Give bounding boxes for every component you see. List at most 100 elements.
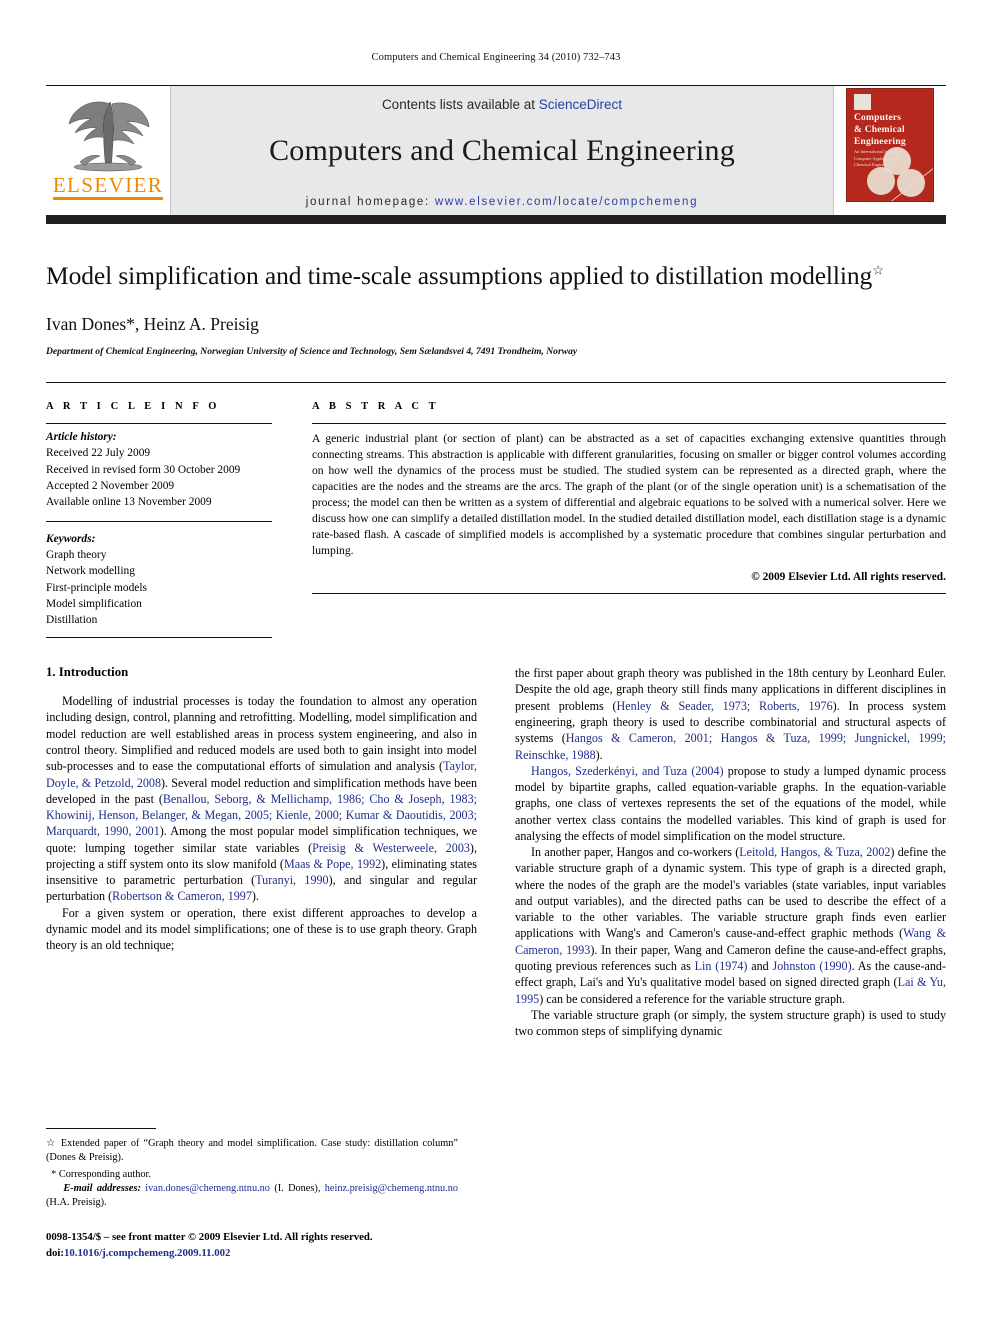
citation-link[interactable]: Lin (1974) bbox=[695, 959, 748, 973]
paragraph: the first paper about graph theory was p… bbox=[515, 665, 946, 763]
citation-link[interactable]: Turanyi, 1990 bbox=[255, 873, 328, 887]
paragraph-text: Modelling of industrial processes is tod… bbox=[46, 694, 477, 774]
journal-masthead: ELSEVIER Contents lists available at Sci… bbox=[46, 86, 946, 215]
journal-title: Computers and Chemical Engineering bbox=[269, 134, 735, 167]
email-owner-1: (I. Dones), bbox=[274, 1183, 321, 1194]
article-history-label: Article history: bbox=[46, 431, 117, 444]
abstract-text: A generic industrial plant (or section o… bbox=[312, 432, 946, 558]
abstract-column: A B S T R A C T A generic industrial pla… bbox=[298, 401, 946, 638]
cover-graphic-circle-2 bbox=[867, 167, 895, 195]
contents-prefix: Contents lists available at bbox=[381, 97, 539, 112]
email-addresses-label: E-mail addresses: bbox=[63, 1183, 141, 1194]
history-item: Received 22 July 2009 bbox=[46, 447, 151, 460]
footnote-star-note: ☆ Extended paper of “Graph theory and mo… bbox=[46, 1137, 458, 1165]
paragraph-text: and bbox=[747, 958, 773, 973]
imprint-block: 0098-1354/$ – see front matter © 2009 El… bbox=[46, 1230, 458, 1261]
email-link-1[interactable]: ivan.dones@chemeng.ntnu.no bbox=[145, 1183, 270, 1194]
cover-title: Computers & Chemical Engineering bbox=[854, 113, 928, 149]
citation-link[interactable]: Preisig & Westerweele, 2003 bbox=[312, 841, 470, 855]
keywords-label: Keywords: bbox=[46, 533, 96, 546]
homepage-url-link[interactable]: www.elsevier.com/locate/compchemeng bbox=[435, 196, 698, 208]
citation-link[interactable]: Leitold, Hangos, & Tuza, 2002 bbox=[739, 845, 890, 859]
footnote-emails: E-mail addresses: ivan.dones@chemeng.ntn… bbox=[46, 1182, 458, 1210]
section-heading-introduction: 1. Introduction bbox=[46, 665, 129, 680]
masthead-right: Computers & Chemical Engineering An Inte… bbox=[834, 86, 946, 215]
citation-link[interactable]: Hangos, Szederkényi, and Tuza (2004) bbox=[531, 764, 724, 778]
paragraph: Hangos, Szederkényi, and Tuza (2004) pro… bbox=[515, 763, 946, 844]
doi-label: doi: bbox=[46, 1246, 64, 1259]
email-link-2[interactable]: heinz.preisig@chemeng.ntnu.no bbox=[325, 1183, 458, 1194]
keyword-item: Model simplification bbox=[46, 597, 142, 610]
sciencedirect-link[interactable]: ScienceDirect bbox=[539, 97, 622, 112]
paragraph-text: In another paper, Hangos and co-workers … bbox=[531, 845, 740, 860]
paper-title-text: Model simplification and time-scale assu… bbox=[46, 261, 873, 290]
info-abstract-block: A R T I C L E I N F O Article history: R… bbox=[46, 382, 946, 639]
footnote-corresponding: * Corresponding author. bbox=[46, 1168, 458, 1182]
footnote-block: ☆ Extended paper of “Graph theory and mo… bbox=[46, 1128, 458, 1261]
publisher-logo: ELSEVIER bbox=[46, 86, 170, 215]
citation-link[interactable]: Robertson & Cameron, 1997 bbox=[112, 889, 252, 903]
paragraph-text: ) define the variable structure graph of… bbox=[515, 845, 946, 941]
cover-publisher-stamp-icon bbox=[854, 94, 871, 110]
issn-frontmatter-line: 0098-1354/$ – see front matter © 2009 El… bbox=[46, 1231, 373, 1243]
article-info-column: A R T I C L E I N F O Article history: R… bbox=[46, 401, 298, 639]
paragraph: In another paper, Hangos and co-workers … bbox=[515, 844, 946, 1007]
keywords-block: Keywords: Graph theory Network modelling… bbox=[46, 521, 272, 639]
citation-link[interactable]: Johnston (1990) bbox=[773, 959, 852, 973]
contents-available-line: Contents lists available at ScienceDirec… bbox=[382, 97, 622, 112]
paragraph-text: ). bbox=[251, 889, 259, 904]
masthead-bottom-bar bbox=[46, 215, 946, 224]
page-title: Model simplification and time-scale assu… bbox=[46, 260, 946, 292]
paragraph-text: For a given system or operation, there e… bbox=[46, 905, 477, 953]
article-history: Article history: Received 22 July 2009 R… bbox=[46, 424, 272, 510]
corresponding-marker: * bbox=[51, 1169, 57, 1180]
homepage-label: journal homepage: bbox=[305, 196, 430, 208]
email-owner-2: (H.A. Preisig). bbox=[46, 1197, 107, 1208]
paper-page: Computers and Chemical Engineering 34 (2… bbox=[0, 0, 992, 1323]
keyword-item: Graph theory bbox=[46, 549, 107, 562]
masthead-center: Contents lists available at ScienceDirec… bbox=[170, 86, 834, 215]
doi-link[interactable]: 10.1016/j.compchemeng.2009.11.002 bbox=[64, 1247, 230, 1259]
keywords: Keywords: Graph theory Network modelling… bbox=[46, 526, 272, 628]
citation-link[interactable]: Hangos & Cameron, 2001; Hangos & Tuza, 1… bbox=[515, 731, 946, 761]
keywords-bottom-rule bbox=[46, 637, 272, 639]
footnote-star-marker: ☆ bbox=[46, 1138, 57, 1149]
corresponding-text: Corresponding author. bbox=[58, 1169, 151, 1180]
elsevier-tree-icon bbox=[60, 92, 156, 174]
body-column-left: 1. Introduction Modelling of industrial … bbox=[46, 665, 477, 1039]
cover-title-line1: Computers bbox=[854, 113, 902, 123]
elsevier-wordmark: ELSEVIER bbox=[52, 175, 164, 200]
abstract-label: A B S T R A C T bbox=[312, 401, 440, 413]
paragraph: Modelling of industrial processes is tod… bbox=[46, 693, 477, 904]
paragraph-text: ) can be considered a reference for the … bbox=[539, 991, 846, 1006]
citation-link[interactable]: Henley & Seader, 1973; Roberts, 1976 bbox=[617, 699, 833, 713]
running-head: Computers and Chemical Engineering 34 (2… bbox=[371, 52, 621, 63]
cover-title-line2: & Chemical bbox=[854, 124, 905, 135]
history-item: Available online 13 November 2009 bbox=[46, 495, 212, 508]
cover-title-line3: Engineering bbox=[854, 136, 906, 147]
paragraph: The variable structure graph (or simply,… bbox=[515, 1007, 946, 1040]
title-footnote-marker[interactable]: ☆ bbox=[872, 263, 884, 278]
footnote-rule bbox=[46, 1128, 156, 1129]
title-block: Model simplification and time-scale assu… bbox=[46, 224, 946, 357]
paragraph-text: ). bbox=[595, 747, 603, 762]
journal-cover-thumbnail[interactable]: Computers & Chemical Engineering An Inte… bbox=[846, 88, 934, 202]
abstract-bottom-rule bbox=[312, 592, 946, 594]
article-info-label: A R T I C L E I N F O bbox=[46, 401, 221, 413]
history-item: Accepted 2 November 2009 bbox=[46, 479, 175, 492]
journal-homepage-line: journal homepage: www.elsevier.com/locat… bbox=[306, 196, 698, 208]
author-list: Ivan Dones*, Heinz A. Preisig bbox=[46, 314, 259, 335]
body-columns: 1. Introduction Modelling of industrial … bbox=[46, 665, 946, 1039]
keyword-item: Network modelling bbox=[46, 565, 135, 578]
history-item: Received in revised form 30 October 2009 bbox=[46, 463, 241, 476]
body-column-right: the first paper about graph theory was p… bbox=[515, 665, 946, 1039]
footnote-star-text: Extended paper of “Graph theory and mode… bbox=[46, 1138, 459, 1163]
paragraph-text: The variable structure graph (or simply,… bbox=[515, 1007, 946, 1039]
keyword-item: First-principle models bbox=[46, 581, 147, 594]
copyright-line: © 2009 Elsevier Ltd. All rights reserved… bbox=[751, 570, 946, 583]
citation-link[interactable]: Maas & Pope, 1992 bbox=[284, 857, 381, 871]
keyword-item: Distillation bbox=[46, 614, 98, 626]
paragraph: For a given system or operation, there e… bbox=[46, 905, 477, 954]
affiliation: Department of Chemical Engineering, Norw… bbox=[46, 346, 578, 358]
doi-line: doi:10.1016/j.compchemeng.2009.11.002 bbox=[46, 1246, 458, 1262]
